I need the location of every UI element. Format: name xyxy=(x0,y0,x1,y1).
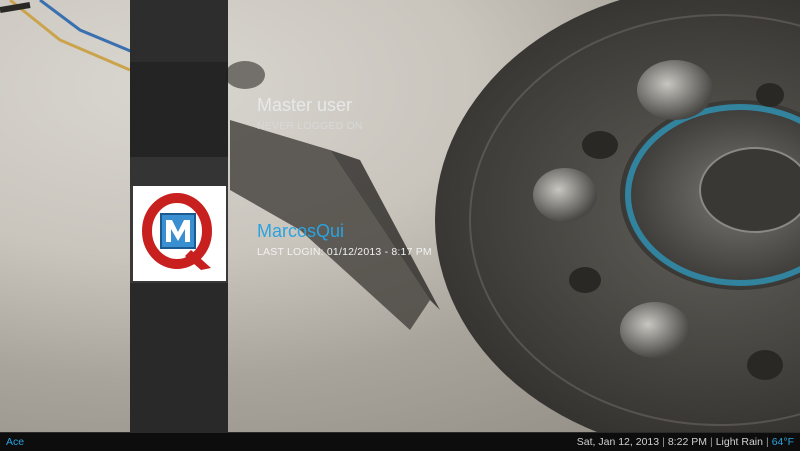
status-temperature: 64°F xyxy=(771,436,794,448)
user-login-status: NEVER LOGGED ON xyxy=(257,120,363,132)
status-separator: | xyxy=(709,436,713,448)
user-avatar-logo xyxy=(142,193,212,270)
background-artwork xyxy=(0,0,800,432)
user-login-status: LAST LOGIN: 01/12/2013 - 8:17 PM xyxy=(257,246,432,258)
strip-slot xyxy=(130,283,228,432)
user-entry-marcosqui[interactable]: MarcosQui LAST LOGIN: 01/12/2013 - 8:17 … xyxy=(257,220,432,259)
user-entry-master[interactable]: Master user NEVER LOGGED ON xyxy=(257,94,363,133)
status-separator: | xyxy=(765,436,769,448)
profile-name[interactable]: Ace xyxy=(6,433,24,451)
strip-slot xyxy=(130,0,228,62)
status-bar: Ace Sat, Jan 12, 2013 | 8:22 PM | Light Rain… xyxy=(0,432,800,451)
status-info: Sat, Jan 12, 2013 | 8:22 PM | Light Rain | 64°… xyxy=(577,433,794,451)
status-weather: Light Rain xyxy=(715,436,763,448)
status-date: Sat, Jan 12, 2013 xyxy=(576,436,660,448)
strip-slot xyxy=(130,157,228,186)
status-time: 8:22 PM xyxy=(667,436,707,448)
user-name: MarcosQui xyxy=(257,221,345,241)
user-name: Master user xyxy=(257,95,353,115)
status-separator: | xyxy=(662,436,665,448)
strip-slot xyxy=(130,62,228,157)
user-avatar[interactable] xyxy=(133,186,226,281)
